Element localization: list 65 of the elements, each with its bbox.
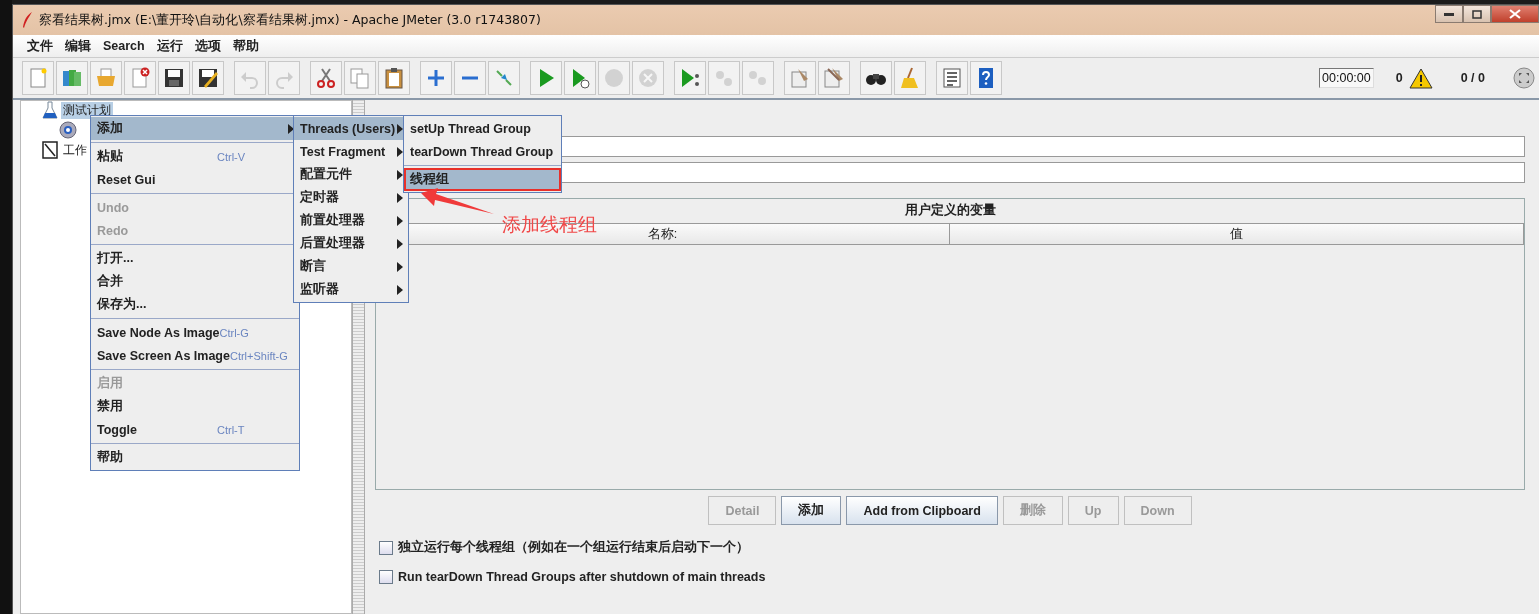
menu-bar-item[interactable]: 编辑 bbox=[59, 35, 97, 57]
close-icon bbox=[1509, 9, 1521, 19]
submenu-arrow-icon bbox=[396, 169, 404, 180]
menu-item[interactable]: 禁用 bbox=[91, 395, 299, 418]
submenu-arrow-icon bbox=[396, 123, 404, 134]
submenu-arrow-icon bbox=[396, 238, 404, 249]
minimize-button[interactable] bbox=[1435, 5, 1463, 23]
stop-icon bbox=[602, 66, 626, 90]
submenu-arrow-icon bbox=[396, 192, 404, 203]
thread-count: 0 / 0 bbox=[1460, 71, 1485, 85]
submenu-arrow-icon bbox=[287, 123, 295, 134]
action-button[interactable]: Add from Clipboard bbox=[846, 496, 998, 525]
menu-bar-item[interactable]: 文件 bbox=[21, 35, 59, 57]
toolbar-button[interactable] bbox=[158, 61, 190, 95]
toolbar-button[interactable] bbox=[860, 61, 892, 95]
feather-icon bbox=[21, 12, 33, 28]
menu-item[interactable]: tearDown Thread Group bbox=[404, 140, 561, 163]
cut-icon bbox=[314, 66, 338, 90]
save-icon bbox=[162, 66, 186, 90]
save-as-icon bbox=[196, 66, 220, 90]
copy-icon bbox=[348, 66, 372, 90]
window-title: 察看结果树.jmx (E:\董开玲\自动化\察看结果树.jmx) - Apache JMeter (3.0 r1743807) bbox=[39, 11, 542, 29]
maximize-button[interactable] bbox=[1463, 5, 1491, 23]
notepad-icon bbox=[42, 141, 58, 159]
menu-item[interactable]: Save Screen As ImageCtrl+Shift-G bbox=[91, 344, 299, 367]
error-count: 0 bbox=[1395, 71, 1403, 85]
panel-title: 用户定义的变量 bbox=[904, 202, 996, 219]
checkbox[interactable] bbox=[379, 540, 393, 555]
maximize-icon bbox=[1472, 9, 1482, 19]
menu-bar-item[interactable]: 帮助 bbox=[226, 35, 265, 57]
paste-icon bbox=[382, 66, 406, 90]
checkbox-label: Run tearDown Thread Groups after shutdown of main threads bbox=[398, 570, 766, 584]
submenu-arrow-icon bbox=[396, 146, 404, 157]
menu-item[interactable]: 线程组 bbox=[404, 168, 561, 191]
clear-all-icon bbox=[822, 66, 846, 90]
shutdown-icon bbox=[636, 66, 660, 90]
menu-item[interactable]: 后置处理器 bbox=[294, 232, 408, 255]
column-header: 值 bbox=[950, 224, 1524, 244]
collapse-icon bbox=[462, 76, 478, 80]
close-button[interactable] bbox=[1491, 5, 1539, 23]
menu-bar-item[interactable]: 运行 bbox=[150, 35, 189, 57]
submenu-arrow-icon bbox=[396, 261, 404, 272]
submenu-arrow-icon bbox=[396, 284, 404, 295]
menu-item[interactable]: 前置处理器 bbox=[294, 209, 408, 232]
action-button[interactable]: 添加 bbox=[781, 496, 842, 525]
menu-bar-item[interactable]: Search bbox=[97, 37, 151, 55]
annotation-label: 添加线程组 bbox=[502, 212, 597, 237]
tree-item[interactable]: 测试计划 bbox=[61, 101, 113, 119]
menu-item[interactable]: 帮助 bbox=[91, 446, 299, 469]
toolbar-button[interactable] bbox=[378, 61, 410, 95]
gear-icon bbox=[59, 121, 77, 139]
submenu-arrow-icon bbox=[396, 215, 404, 226]
checkbox[interactable] bbox=[379, 570, 393, 584]
remote-status-icon bbox=[1513, 67, 1535, 89]
warning-icon bbox=[1408, 67, 1433, 89]
checkbox-label: 独立运行每个线程组（例如在一个组运行结束后启动下一个） bbox=[398, 539, 749, 556]
menu-item[interactable]: 断言 bbox=[294, 255, 408, 278]
elapsed-time: 00:00:00 bbox=[1319, 68, 1374, 88]
toolbar-button[interactable] bbox=[192, 61, 224, 95]
tree-item[interactable]: 工作 bbox=[61, 141, 89, 159]
menu-bar-item[interactable]: 选项 bbox=[188, 35, 227, 57]
minimize-icon bbox=[1444, 12, 1454, 16]
menu-item[interactable]: Save Node As ImageCtrl-G bbox=[91, 321, 299, 344]
function-helper-icon bbox=[940, 66, 964, 90]
menu-item[interactable]: Toggle Ctrl-T bbox=[91, 418, 299, 441]
